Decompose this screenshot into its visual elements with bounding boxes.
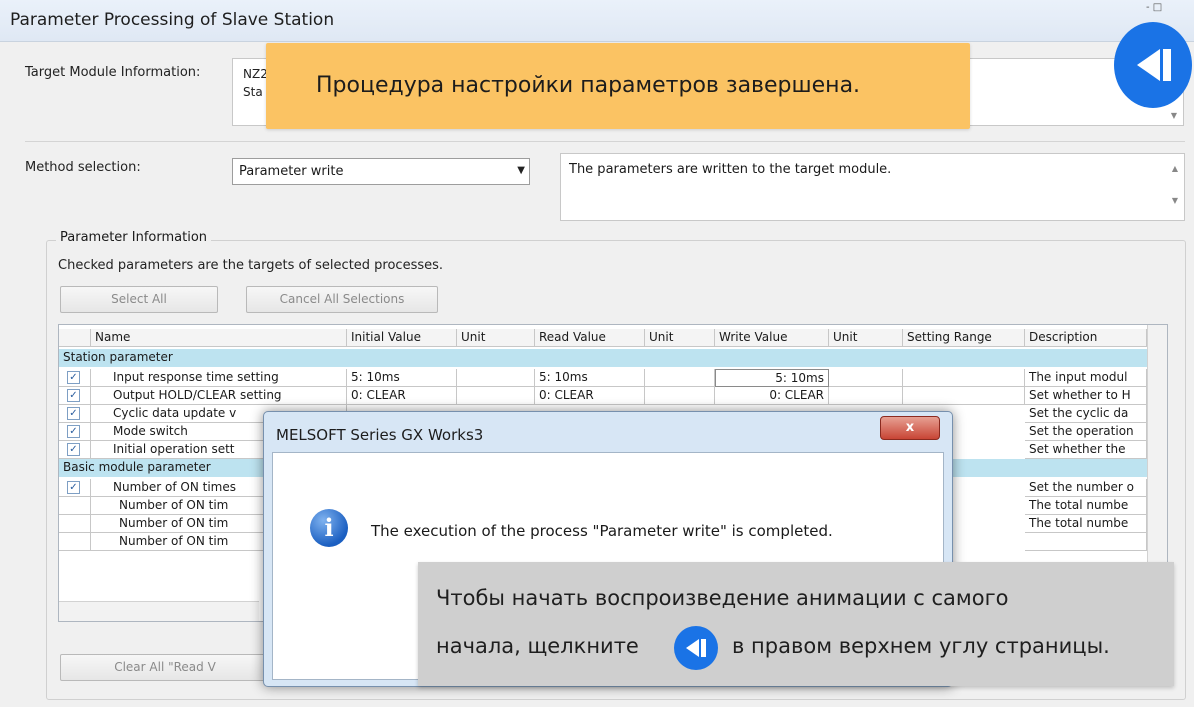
method-description: The parameters are written to the target… — [560, 153, 1185, 221]
method-select[interactable]: Parameter write ▼ — [232, 158, 530, 185]
row-description: Set the number o — [1025, 479, 1147, 497]
table-row[interactable]: ✓ Input response time setting 5: 10ms 5:… — [59, 369, 1147, 387]
instruction-banner: Процедура настройки параметров завершена… — [266, 43, 970, 129]
window-controls[interactable]: - □ — [1146, 2, 1186, 14]
row-read-value: 0: CLEAR — [535, 387, 645, 405]
row-description: The input modul — [1025, 369, 1147, 387]
header-setting-range[interactable]: Setting Range — [903, 329, 1025, 347]
row-checkbox[interactable]: ✓ — [67, 371, 80, 384]
window-title: Parameter Processing of Slave Station — [10, 10, 335, 30]
row-description: The total numbe — [1025, 497, 1147, 515]
table-row[interactable]: ✓ Output HOLD/CLEAR setting 0: CLEAR 0: … — [59, 387, 1147, 405]
chevron-down-icon: ▼ — [517, 165, 525, 176]
replay-icon — [1137, 49, 1171, 81]
header-write-value[interactable]: Write Value — [715, 329, 829, 347]
hint-line-2-start: начала, щелкните — [436, 634, 639, 658]
hint-line-2-end: в правом верхнем углу страницы. — [732, 634, 1110, 658]
replay-icon — [674, 626, 718, 670]
row-description: Set whether to H — [1025, 387, 1147, 405]
row-checkbox[interactable]: ✓ — [67, 407, 80, 420]
grid-header: Name Initial Value Unit Read Value Unit … — [59, 329, 1147, 347]
header-description[interactable]: Description — [1025, 329, 1147, 347]
row-read-value: 5: 10ms — [535, 369, 645, 387]
row-initial-value: 0: CLEAR — [347, 387, 457, 405]
row-name: Output HOLD/CLEAR setting — [91, 387, 347, 405]
header-read-value[interactable]: Read Value — [535, 329, 645, 347]
grid-horizontal-scrollbar[interactable] — [59, 601, 259, 621]
row-checkbox[interactable]: ✓ — [67, 425, 80, 438]
section-label: Basic module parameter — [63, 460, 211, 474]
app-window: Parameter Processing of Slave Station - … — [0, 0, 1194, 707]
row-initial-value: 5: 10ms — [347, 369, 457, 387]
clear-read-values-button[interactable]: Clear All "Read V — [60, 654, 270, 681]
close-icon[interactable]: x — [880, 416, 940, 440]
row-checkbox[interactable]: ✓ — [67, 443, 80, 456]
row-description: Set the cyclic da — [1025, 405, 1147, 423]
dialog-title: MELSOFT Series GX Works3 — [276, 426, 484, 444]
target-line-1: NZ2 — [243, 67, 268, 81]
header-initial-value[interactable]: Initial Value — [347, 329, 457, 347]
hint-line-1: Чтобы начать воспроизведение анимации с … — [436, 586, 1009, 610]
row-description: Set whether the — [1025, 441, 1147, 459]
dialog-message: The execution of the process "Parameter … — [371, 522, 833, 540]
header-unit[interactable]: Unit — [645, 329, 715, 347]
select-all-button[interactable]: Select All — [60, 286, 218, 313]
row-write-value[interactable]: 5: 10ms — [715, 369, 829, 387]
row-write-value[interactable]: 0: CLEAR — [715, 387, 829, 405]
target-module-label: Target Module Information: — [25, 65, 201, 80]
banner-text: Процедура настройки параметров завершена… — [316, 73, 861, 98]
row-description: Set the operation — [1025, 423, 1147, 441]
header-unit[interactable]: Unit — [829, 329, 903, 347]
replay-button[interactable] — [1114, 22, 1192, 108]
parameter-information-title: Parameter Information — [56, 230, 212, 245]
header-unit[interactable]: Unit — [457, 329, 535, 347]
row-checkbox[interactable]: ✓ — [67, 389, 80, 402]
method-selection-label: Method selection: — [25, 160, 141, 175]
method-select-value: Parameter write — [239, 164, 344, 179]
cancel-all-selections-button[interactable]: Cancel All Selections — [246, 286, 438, 313]
row-description: The total numbe — [1025, 515, 1147, 533]
target-line-2: Sta — [243, 85, 263, 99]
section-station-parameter[interactable]: Station parameter — [59, 349, 1147, 367]
separator — [25, 141, 1185, 142]
row-name: Input response time setting — [91, 369, 347, 387]
section-label: Station parameter — [63, 350, 173, 364]
method-description-text: The parameters are written to the target… — [569, 162, 892, 177]
info-icon: i — [310, 509, 348, 547]
row-description — [1025, 533, 1147, 551]
title-bar: Parameter Processing of Slave Station - … — [0, 0, 1194, 42]
hint-overlay: Чтобы начать воспроизведение анимации с … — [418, 562, 1174, 686]
parameter-hint: Checked parameters are the targets of se… — [58, 258, 444, 273]
scroll-down-icon[interactable]: ▼ — [1172, 196, 1178, 205]
row-checkbox[interactable]: ✓ — [67, 481, 80, 494]
scroll-up-icon[interactable]: ▲ — [1172, 164, 1178, 173]
header-name[interactable]: Name — [91, 329, 347, 347]
scroll-down-icon[interactable]: ▼ — [1171, 111, 1177, 120]
